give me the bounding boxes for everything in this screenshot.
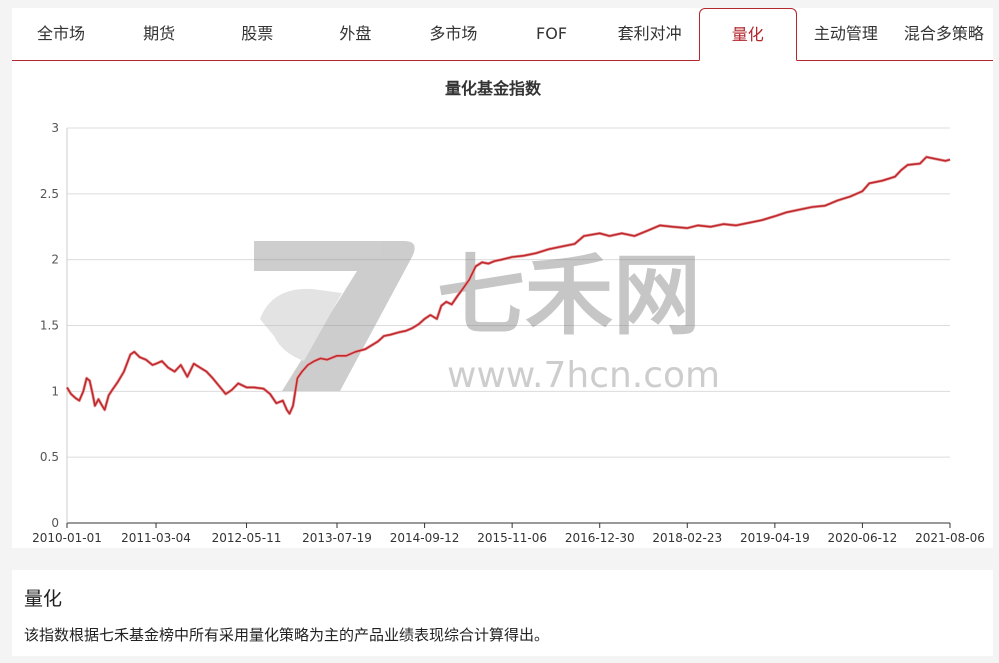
y-tick-label: 1 (51, 384, 59, 398)
y-tick-label: 2.5 (40, 187, 59, 201)
x-tick-label: 2014-09-12 (390, 531, 460, 545)
watermark-url: www.7hcn.com (447, 355, 720, 396)
tab-2[interactable]: 股票 (208, 8, 306, 60)
y-tick-label: 3 (51, 121, 59, 135)
y-tick-label: 0 (51, 516, 59, 530)
x-tick-label: 2019-04-19 (740, 531, 810, 545)
y-tick-label: 0.5 (40, 450, 59, 464)
index-chart: 量化基金指数 0 0.5 1 1.5 2 2.5 3 七禾网 www.7hcn.com 2010-0… (32, 79, 985, 545)
x-tick-label: 2013-07-19 (302, 531, 372, 545)
info-title: 量化 (24, 588, 63, 610)
tab-1[interactable]: 期货 (110, 8, 208, 60)
x-tick-label: 2015-11-06 (477, 531, 547, 545)
tab-8[interactable]: 主动管理 (797, 8, 895, 60)
watermark-logo (254, 241, 415, 391)
tab-5[interactable]: FOF (503, 8, 601, 60)
info-description: 该指数根据七禾基金榜中所有采用量化策略为主的产品业绩表现综合计算得出。 (24, 626, 550, 644)
x-tick-label: 2018-02-23 (652, 531, 722, 545)
chart-title: 量化基金指数 (445, 79, 542, 98)
tab-3[interactable]: 外盘 (306, 8, 404, 60)
tab-4[interactable]: 多市场 (404, 8, 502, 60)
x-tick-label: 2012-05-11 (212, 531, 282, 545)
tab-0[interactable]: 全市场 (12, 8, 110, 60)
x-tick-label: 2016-12-30 (565, 531, 635, 545)
tab-6[interactable]: 套利对冲 (601, 8, 699, 60)
y-tick-label: 1.5 (40, 319, 59, 333)
tab-7[interactable]: 量化 (698, 8, 797, 61)
x-tick-label: 2021-08-06 (915, 531, 985, 545)
tab-9[interactable]: 混合多策略 (895, 8, 993, 60)
category-tabs: 全市场 期货 股票 外盘 多市场 FOF 套利对冲 量化 主动管理 混合多策略 (12, 8, 993, 61)
x-tick-label: 2010-01-01 (32, 531, 102, 545)
y-tick-label: 2 (51, 253, 59, 267)
info-panel: 量化 该指数根据七禾基金榜中所有采用量化策略为主的产品业绩表现综合计算得出。 (12, 570, 993, 656)
x-tick-label: 2011-03-04 (121, 531, 191, 545)
x-tick-label: 2020-06-12 (828, 531, 898, 545)
index-panel: 全市场 期货 股票 外盘 多市场 FOF 套利对冲 量化 主动管理 混合多策略 量化基金指数 0 0.… (12, 8, 993, 548)
watermark-brand: 七禾网 (437, 244, 701, 347)
